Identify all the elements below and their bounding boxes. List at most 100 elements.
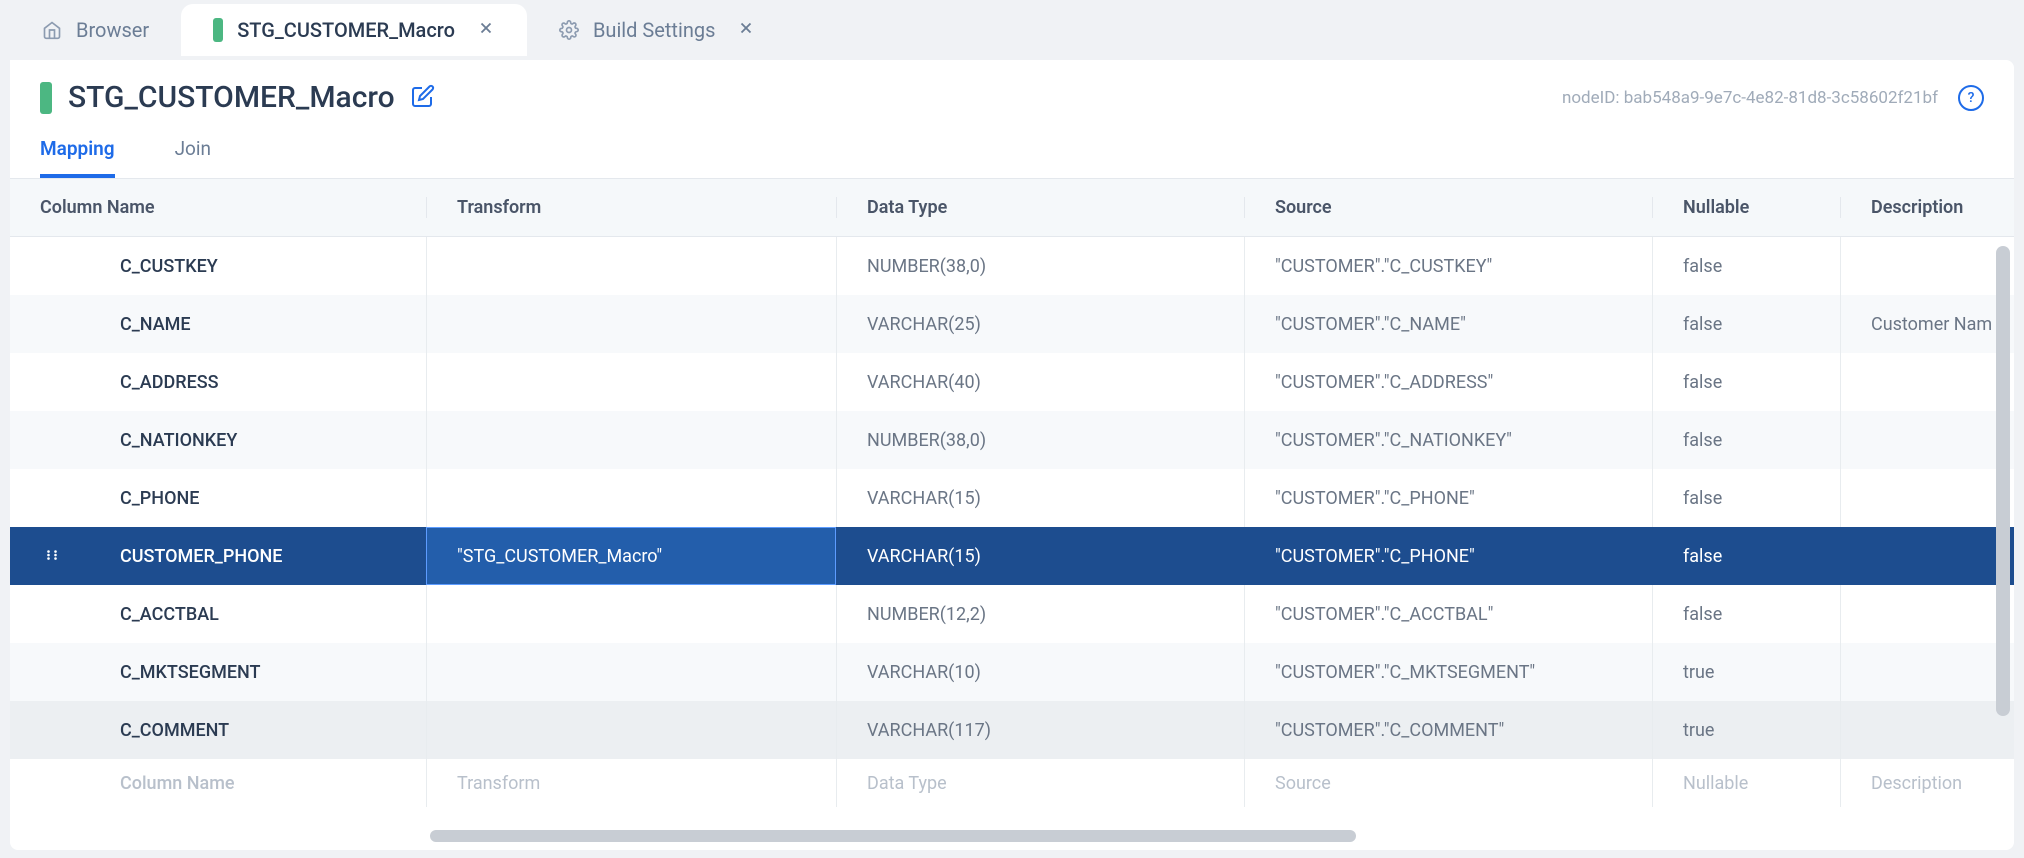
table-row[interactable]: C_ADDRESS VARCHAR(40) "CUSTOMER"."C_ADDR… [10,353,2014,411]
td-transform[interactable] [426,585,836,643]
header-row: STG_CUSTOMER_Macro nodeID: bab548a9-9e7c… [10,60,2014,125]
td-column-name: C_NATIONKEY [10,411,426,469]
td-data-type: NUMBER(38,0) [836,237,1244,295]
td-nullable: false [1652,353,1840,411]
tab-browser[interactable]: Browser [10,4,181,56]
td-description [1840,585,2014,643]
td-column-name: C_COMMENT [10,701,426,759]
td-description [1840,469,2014,527]
table-row[interactable]: CUSTOMER_PHONE "STG_CUSTOMER_Macro" VARC… [10,527,2014,585]
table-row[interactable]: C_ACCTBAL NUMBER(12,2) "CUSTOMER"."C_ACC… [10,585,2014,643]
close-icon[interactable] [737,18,755,42]
tab-label: STG_CUSTOMER_Macro [237,18,455,42]
td-nullable: false [1652,237,1840,295]
td-transform[interactable] [426,701,836,759]
placeholder-data-type: Data Type [836,759,1244,807]
td-column-name: C_CUSTKEY [10,237,426,295]
drag-handle-icon[interactable] [45,546,59,567]
td-nullable: false [1652,295,1840,353]
td-transform[interactable] [426,643,836,701]
placeholder-transform: Transform [426,759,836,807]
td-nullable: false [1652,585,1840,643]
td-data-type: NUMBER(12,2) [836,585,1244,643]
td-description [1840,237,2014,295]
sub-tab-join[interactable]: Join [175,137,211,178]
close-icon[interactable] [477,18,495,42]
edit-icon[interactable] [411,84,435,112]
td-description [1840,527,2014,585]
td-data-type: VARCHAR(15) [836,469,1244,527]
home-icon [42,20,62,40]
td-nullable: true [1652,643,1840,701]
table-row[interactable]: C_CUSTKEY NUMBER(38,0) "CUSTOMER"."C_CUS… [10,237,2014,295]
td-column-name: CUSTOMER_PHONE [10,527,426,585]
td-source: "CUSTOMER"."C_CUSTKEY" [1244,237,1652,295]
td-description: Customer Nam [1840,295,2014,353]
table-wrapper: Column Name Transform Data Type Source N… [10,178,2014,850]
td-transform[interactable] [426,237,836,295]
th-column-name[interactable]: Column Name [10,197,426,218]
td-source: "CUSTOMER"."C_COMMENT" [1244,701,1652,759]
td-description [1840,643,2014,701]
td-description [1840,411,2014,469]
tab-build-settings[interactable]: Build Settings [527,4,787,56]
td-data-type: VARCHAR(40) [836,353,1244,411]
gear-icon [559,20,579,40]
td-transform[interactable] [426,353,836,411]
table-row[interactable]: C_COMMENT VARCHAR(117) "CUSTOMER"."C_COM… [10,701,2014,759]
placeholder-nullable: Nullable [1652,759,1840,807]
td-column-name: C_PHONE [10,469,426,527]
placeholder-row[interactable]: Column Name Transform Data Type Source N… [10,759,2014,807]
th-transform[interactable]: Transform [426,197,836,218]
green-indicator-icon [213,18,223,42]
td-nullable: true [1652,701,1840,759]
td-data-type: VARCHAR(117) [836,701,1244,759]
placeholder-description: Description [1840,759,2014,807]
th-data-type[interactable]: Data Type [836,197,1244,218]
horizontal-scrollbar[interactable] [430,830,1974,842]
td-transform[interactable]: "STG_CUSTOMER_Macro" [426,527,836,585]
tabs-bar: Browser STG_CUSTOMER_Macro Build Setting… [0,0,2024,60]
td-column-name: C_MKTSEGMENT [10,643,426,701]
table-row[interactable]: C_NATIONKEY NUMBER(38,0) "CUSTOMER"."C_N… [10,411,2014,469]
tab-label: Build Settings [593,18,715,42]
table-row[interactable]: C_NAME VARCHAR(25) "CUSTOMER"."C_NAME" f… [10,295,2014,353]
help-icon[interactable]: ? [1958,85,1984,111]
td-description [1840,353,2014,411]
td-source: "CUSTOMER"."C_PHONE" [1244,469,1652,527]
table-row[interactable]: C_PHONE VARCHAR(15) "CUSTOMER"."C_PHONE"… [10,469,2014,527]
td-nullable: false [1652,469,1840,527]
node-id: nodeID: bab548a9-9e7c-4e82-81d8-3c58602f… [1562,88,1938,108]
table-header: Column Name Transform Data Type Source N… [10,178,2014,237]
green-indicator-icon [40,82,52,114]
th-source[interactable]: Source [1244,197,1652,218]
td-data-type: VARCHAR(10) [836,643,1244,701]
th-nullable[interactable]: Nullable [1652,197,1840,218]
tab-stg-customer-macro[interactable]: STG_CUSTOMER_Macro [181,4,527,56]
td-transform[interactable] [426,469,836,527]
td-column-name: C_ADDRESS [10,353,426,411]
td-source: "CUSTOMER"."C_PHONE" [1244,527,1652,585]
sub-tabs: Mapping Join [10,125,2014,178]
td-column-name: C_ACCTBAL [10,585,426,643]
td-transform[interactable] [426,295,836,353]
placeholder-column-name: Column Name [10,759,426,807]
page-title: STG_CUSTOMER_Macro [68,80,395,115]
td-transform[interactable] [426,411,836,469]
td-source: "CUSTOMER"."C_NATIONKEY" [1244,411,1652,469]
tab-label: Browser [76,18,149,42]
td-nullable: false [1652,527,1840,585]
td-data-type: NUMBER(38,0) [836,411,1244,469]
td-description [1840,701,2014,759]
table-row[interactable]: C_MKTSEGMENT VARCHAR(10) "CUSTOMER"."C_M… [10,643,2014,701]
td-source: "CUSTOMER"."C_MKTSEGMENT" [1244,643,1652,701]
td-data-type: VARCHAR(25) [836,295,1244,353]
td-source: "CUSTOMER"."C_ADDRESS" [1244,353,1652,411]
vertical-scrollbar[interactable] [1996,246,2010,716]
td-column-name: C_NAME [10,295,426,353]
td-source: "CUSTOMER"."C_NAME" [1244,295,1652,353]
sub-tab-mapping[interactable]: Mapping [40,137,115,178]
td-source: "CUSTOMER"."C_ACCTBAL" [1244,585,1652,643]
th-description[interactable]: Description [1840,197,2014,218]
td-nullable: false [1652,411,1840,469]
